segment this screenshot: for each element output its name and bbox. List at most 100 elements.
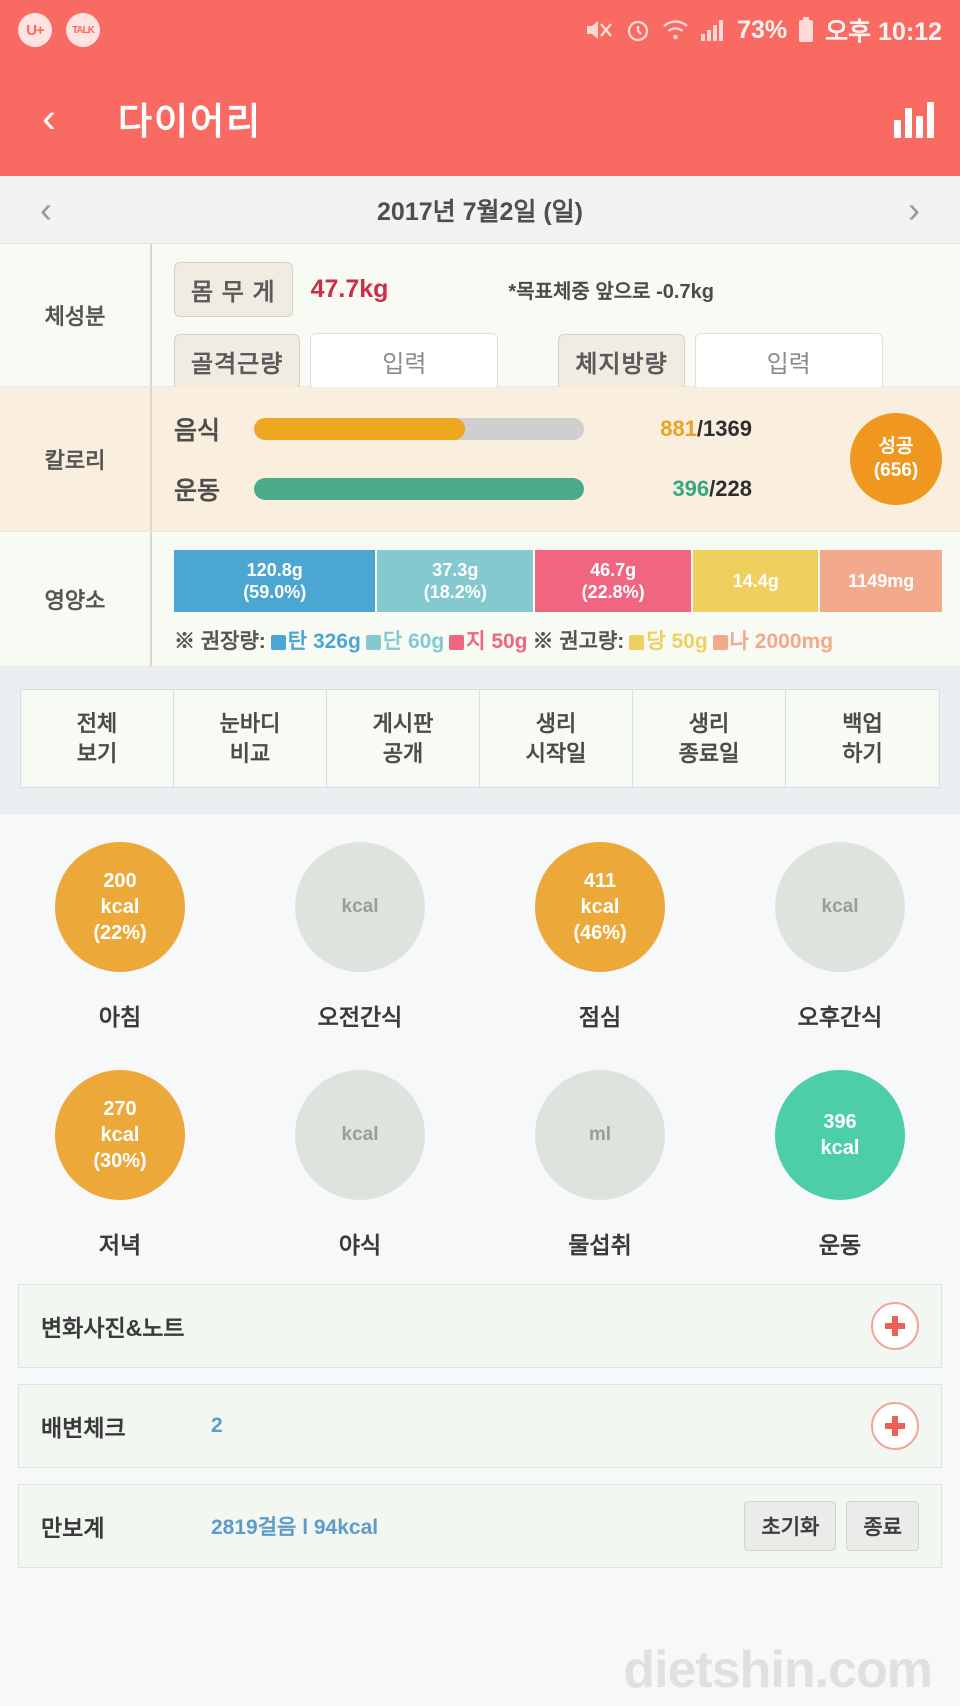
- nutrition-section: 영양소 120.8g (59.0%) 37.3g (18.2%) 46.7g (22.8%…: [0, 532, 960, 667]
- action-tab-0[interactable]: 전체 보기: [21, 690, 174, 787]
- prev-day-button[interactable]: ‹: [26, 191, 66, 228]
- meal-bubble[interactable]: ml: [535, 1070, 665, 1200]
- legend-swatch-icon: [629, 634, 645, 650]
- exercise-progress-fill: [254, 478, 584, 500]
- meal-cell-오전간식[interactable]: kcal 오전간식: [240, 842, 480, 1032]
- nutrition-bar-sugar: 14.4g: [693, 550, 819, 612]
- bottom-row-label: 만보계: [41, 1515, 105, 1541]
- meal-bubble[interactable]: 200 kcal (22%): [55, 842, 185, 972]
- clock-label: 오후 10:12: [825, 18, 942, 46]
- back-icon[interactable]: ‹: [26, 95, 72, 141]
- app-bar: ‹ 다이어리: [0, 60, 960, 176]
- meal-cell-점심[interactable]: 411 kcal (46%) 점심: [480, 842, 720, 1032]
- action-tab-4[interactable]: 생리 종료일: [633, 690, 786, 787]
- legend-recommended-prefix: ※ 권장량:: [174, 630, 266, 653]
- nutrition-bar-value: 1149mg: [848, 570, 915, 591]
- status-badge-title: 성공: [878, 436, 914, 458]
- bottom-row-label: 배변체크: [41, 1415, 126, 1441]
- meal-bubble[interactable]: 396 kcal: [775, 1070, 905, 1200]
- meal-value: 270: [103, 1098, 137, 1120]
- body-fat-input[interactable]: 입력: [694, 333, 883, 390]
- legend-recommended-label: 지 50g: [466, 630, 528, 653]
- legend-advised-label: 나 2000mg: [729, 630, 834, 653]
- meal-bubble[interactable]: 270 kcal (30%): [55, 1070, 185, 1200]
- action-tab-1[interactable]: 눈바디 비교: [174, 690, 327, 787]
- meal-value: 200: [103, 870, 137, 892]
- bottom-row-buttons: 초기화 종료: [734, 1501, 919, 1551]
- kakao-talk-icon: TALK: [66, 13, 100, 47]
- meal-bubble[interactable]: 411 kcal (46%): [535, 842, 665, 972]
- meal-value: 396: [823, 1111, 857, 1133]
- weight-value[interactable]: 47.7kg: [311, 275, 389, 304]
- legend-advised-item: 당 50g: [629, 625, 708, 655]
- exercise-calorie-row: 운동 396/228: [174, 471, 836, 507]
- exercise-label: 운동: [174, 477, 221, 505]
- plus-circle-icon[interactable]: [871, 1402, 919, 1450]
- legend-recommended-item: 단 60g: [365, 625, 445, 655]
- action-tab-line2: 공개: [382, 740, 424, 766]
- battery-percent-label: 73%: [737, 15, 788, 44]
- meal-cell-야식[interactable]: kcal 야식: [240, 1070, 480, 1260]
- meal-name-label: 야식: [338, 1232, 382, 1258]
- bottom-row-button[interactable]: 종료: [846, 1501, 919, 1551]
- bottom-entries: 변화사진&노트배변체크 2 만보계 2819걸음 l 94kcal 초기화 종료: [0, 1270, 960, 1568]
- bar-chart-icon[interactable]: [894, 98, 934, 138]
- meal-name-label: 점심: [578, 1004, 622, 1030]
- diary-screen: U+ TALK 73% 오후 10:12 ‹ 다이어리 ‹ 2017년 7월2일…: [0, 0, 960, 1706]
- meal-bubble[interactable]: kcal: [775, 842, 905, 972]
- bottom-row-2[interactable]: 만보계 2819걸음 l 94kcal 초기화 종료: [18, 1484, 942, 1568]
- plus-circle-icon[interactable]: [871, 1302, 919, 1350]
- current-date-label: 2017년 7월2일 (일): [377, 197, 583, 226]
- food-current: 881: [660, 416, 697, 441]
- meal-unit: kcal: [341, 895, 379, 917]
- next-day-button[interactable]: ›: [894, 191, 934, 228]
- action-tabs: 전체 보기 눈바디 비교 게시판 공개 생리 시작일 생리 종료일 백업 하기: [20, 689, 940, 788]
- bottom-row-0[interactable]: 변화사진&노트: [18, 1284, 942, 1368]
- legend-recommended-label: 단 60g: [382, 630, 445, 653]
- food-progress-fill: [254, 418, 466, 440]
- meal-name-label: 운동: [818, 1232, 862, 1258]
- muscle-mass-input[interactable]: 입력: [310, 333, 499, 390]
- bottom-row-button[interactable]: 초기화: [744, 1501, 837, 1551]
- exercise-target: 228: [715, 476, 752, 501]
- mute-icon: [584, 17, 614, 43]
- meal-percent: (30%): [93, 1150, 147, 1172]
- meal-cell-아침[interactable]: 200 kcal (22%) 아침: [0, 842, 240, 1032]
- wifi-icon: [662, 18, 689, 42]
- legend-recommended-item: 지 50g: [449, 625, 528, 655]
- meal-cell-오후간식[interactable]: kcal 오후간식: [720, 842, 960, 1032]
- nutrition-bar-percent: (22.8%): [581, 582, 645, 602]
- meal-bubble[interactable]: kcal: [295, 1070, 425, 1200]
- status-bar-left: U+ TALK: [18, 13, 100, 47]
- goal-weight-note: *목표체중 앞으로 -0.7kg: [508, 281, 714, 303]
- weight-label[interactable]: 몸 무 게: [174, 262, 293, 317]
- meal-percent: (22%): [93, 922, 147, 944]
- meal-cell-저녁[interactable]: 270 kcal (30%) 저녁: [0, 1070, 240, 1260]
- legend-recommended-label: 탄 326g: [287, 630, 361, 653]
- meal-cell-운동[interactable]: 396 kcal 운동: [720, 1070, 960, 1260]
- nutrition-bar-fat: 46.7g (22.8%): [535, 550, 691, 612]
- nutrition-bar-value: 46.7g: [590, 559, 637, 580]
- meal-row: 200 kcal (22%) 아침 kcal 오전간식 411 kcal (46%) 점심 kcal…: [0, 842, 960, 1032]
- battery-icon: [798, 17, 814, 43]
- bottom-row-value: 2819걸음 l 94kcal: [211, 1516, 379, 1539]
- calorie-body: 음식 881/1369 운동 396/228 성공 (656): [150, 387, 960, 531]
- bottom-row-1[interactable]: 배변체크 2: [18, 1384, 942, 1468]
- action-tab-3[interactable]: 생리 시작일: [480, 690, 633, 787]
- action-tab-5[interactable]: 백업 하기: [786, 690, 939, 787]
- watermark: dietshin.com: [623, 1641, 933, 1699]
- status-badge[interactable]: 성공 (656): [850, 413, 942, 505]
- nutrition-bar-value: 37.3g: [432, 559, 479, 580]
- meal-cell-물섭취[interactable]: ml 물섭취: [480, 1070, 720, 1260]
- meal-value: 411: [583, 870, 617, 892]
- body-fat-label[interactable]: 체지방량: [558, 334, 685, 389]
- food-target: 1369: [703, 416, 752, 441]
- bottom-row-label: 변화사진&노트: [41, 1315, 185, 1341]
- action-tab-2[interactable]: 게시판 공개: [327, 690, 480, 787]
- meal-unit: kcal: [821, 895, 859, 917]
- nutrition-bar-carbs: 120.8g (59.0%): [174, 550, 376, 612]
- body-composition-body: 몸 무 게 47.7kg *목표체중 앞으로 -0.7kg 골격근량 입력 체지…: [150, 244, 960, 390]
- exercise-current: 396: [672, 476, 710, 501]
- meal-bubble[interactable]: kcal: [295, 842, 425, 972]
- muscle-mass-label[interactable]: 골격근량: [174, 334, 301, 389]
